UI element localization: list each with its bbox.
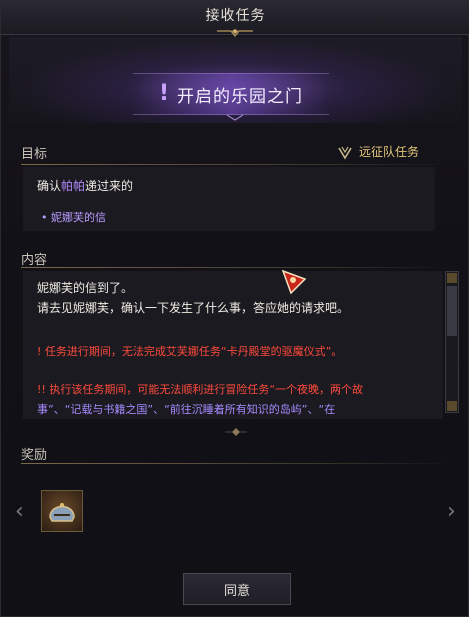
content-line-2: 请去见妮娜芙，确认一下发生了什么事，答应她的请求吧。 [37,301,350,315]
content-scrollbar[interactable] [445,271,459,413]
quest-title: 开启的乐园之门 [177,86,304,107]
scroll-thumb[interactable] [447,286,457,336]
scroll-down-button[interactable] [447,401,457,411]
objective-suffix: 递过来的 [85,179,134,193]
flag-cursor-icon [281,269,307,295]
objective-box: 确认帕帕递过来的 • 妮娜芙的信 [23,167,435,231]
content-label: 内容 [21,253,48,268]
objective-npc-link[interactable]: 帕帕 [61,179,85,193]
warning-line-2: !! 执行该任务期间，可能无法顺利进行冒险任务“一个夜晚，两个故 [37,383,364,396]
warning-line-3: 事”、“记载与书籍之国”、“前往沉睡着所有知识的岛屿”、“在 [37,403,336,416]
reward-next-icon[interactable]: › [447,499,456,524]
expedition-icon [338,146,352,160]
content-line-1: 妮娜芙的信到了。 [37,281,134,295]
exclamation-icon: ! [158,81,170,106]
expedition-quest-tag: 远征队任务 [337,143,419,160]
titlebar: 接收任务 [1,1,469,37]
rewards-label: 奖励 [21,448,48,463]
objective-label: 目标 [21,147,48,162]
objective-prefix: 确认 [37,179,62,193]
content-box: 妮娜芙的信到了。 请去见妮娜芙，确认一下发生了什么事，答应她的请求吧。 ! 任务… [23,271,443,419]
quest-accept-dialog: 接收任务 ! 开启的乐园之门 目标 远征队任务 确认帕帕递过来的 • 妮娜芙的信… [0,0,469,617]
warning-line-1: ! 任务进行期间，无法完成艾芙娜任务“卡丹殿堂的驱魔仪式”。 [37,345,343,358]
accept-button[interactable]: 同意 [183,573,291,605]
scroll-up-button[interactable] [447,273,457,283]
banner-ornament-icon [226,114,244,121]
reward-prev-icon[interactable]: ‹ [15,499,24,524]
reward-item-slot[interactable] [41,490,83,532]
window-title: 接收任务 [205,8,266,24]
rewards-divider [21,463,451,464]
helmet-icon [49,503,75,522]
objective-divider [21,164,451,165]
quest-title-bar: ! 开启的乐园之门 [133,73,329,115]
expedition-quest-label: 远征队任务 [359,145,420,159]
content-divider [21,267,451,268]
objective-line: 确认帕帕递过来的 [37,177,133,194]
section-ornament-icon [225,428,247,436]
objective-item: • 妮娜芙的信 [41,211,106,224]
